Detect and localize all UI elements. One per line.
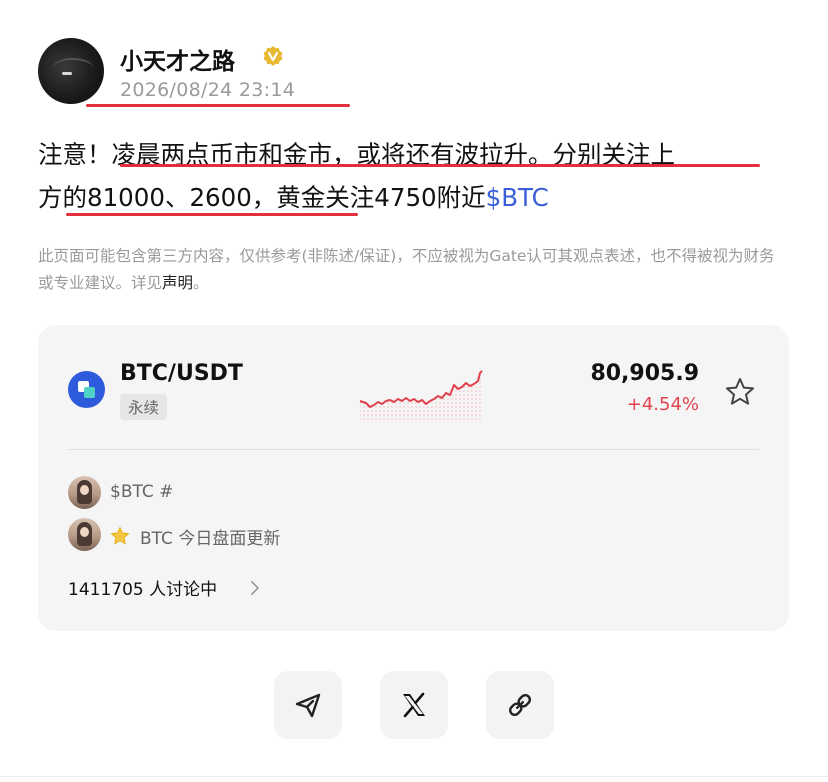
- post-timestamp: 2026/08/24 23:14: [120, 79, 296, 101]
- link-icon: [508, 693, 532, 717]
- bottom-divider: [0, 776, 828, 777]
- trading-pair[interactable]: BTC/USDT: [120, 361, 243, 386]
- disclaimer: 此页面可能包含第三方内容，仅供参考(非陈述/保证)，不应被视为Gate认可其观点…: [38, 243, 778, 297]
- post-content-line-1: 注意！凌晨两点币市和金市，或将还有波拉升。分别关注上: [38, 140, 675, 169]
- author-name[interactable]: 小天才之路: [120, 42, 235, 76]
- topic-avatar: [68, 518, 101, 551]
- market-card[interactable]: BTC/USDT 永续 80,905.9 +4.54% $BTC # BTC 今…: [38, 325, 789, 631]
- topic-avatar: [68, 476, 101, 509]
- topic-item[interactable]: $BTC #: [110, 482, 173, 502]
- price-value: 80,905.9: [590, 361, 699, 386]
- topic-item[interactable]: BTC 今日盘面更新: [140, 524, 280, 549]
- disclaimer-text: 此页面可能包含第三方内容，仅供参考(非陈述/保证)，不应被视为Gate认可其观点…: [38, 247, 775, 292]
- discussion-count[interactable]: 1411705 人讨论中: [68, 575, 217, 600]
- disclaimer-end: 。: [193, 274, 209, 292]
- star-icon: [110, 526, 130, 545]
- verified-badge-icon: [263, 46, 283, 66]
- post-content-line-2-text: 方的81000、2600，黄金关注4750附近: [38, 183, 486, 212]
- author-avatar[interactable]: [38, 38, 104, 104]
- share-x-button[interactable]: [380, 671, 448, 739]
- content-underline-2: [66, 213, 358, 216]
- send-icon: [295, 693, 321, 718]
- post-content: 注意！凌晨两点币市和金市，或将还有波拉升。分别关注上 方的81000、2600，…: [38, 133, 798, 219]
- star-outline-icon[interactable]: [724, 376, 756, 408]
- perpetual-badge: 永续: [120, 394, 168, 420]
- card-divider: [68, 449, 759, 450]
- share-link-button[interactable]: [486, 671, 554, 739]
- gate-coin-icon: [68, 371, 105, 408]
- content-underline-1: [120, 164, 760, 167]
- share-send-button[interactable]: [274, 671, 342, 739]
- price-sparkline: [359, 370, 483, 421]
- disclaimer-link[interactable]: 声明: [162, 274, 193, 292]
- avatar-eye: [62, 72, 72, 75]
- cashtag-link[interactable]: $BTC: [486, 183, 549, 212]
- x-logo-icon: [403, 692, 425, 718]
- price-change: +4.54%: [626, 394, 699, 415]
- timestamp-underline: [86, 104, 350, 107]
- avatar-streak: [52, 58, 94, 80]
- chevron-right-icon[interactable]: [250, 581, 260, 595]
